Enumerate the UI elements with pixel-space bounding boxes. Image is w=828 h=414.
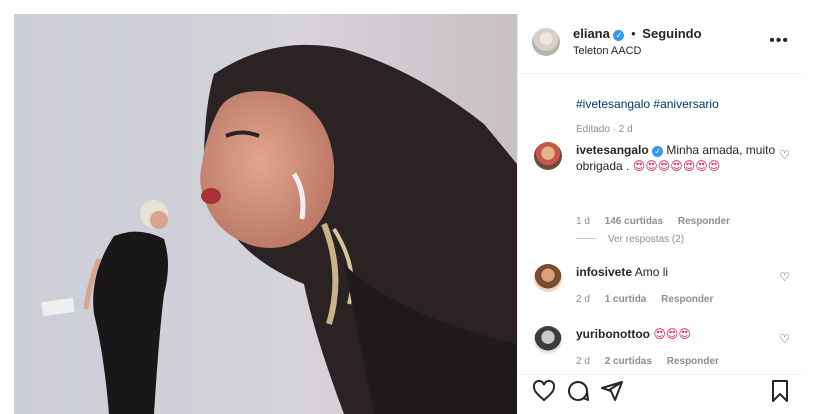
comment-likes[interactable]: 1 curtida (605, 294, 647, 305)
comment-text: Amo li (634, 265, 669, 279)
comment-likes[interactable]: 146 curtidas (605, 216, 663, 227)
reply-button[interactable]: Responder (661, 294, 713, 305)
replies-divider-line (576, 238, 596, 239)
comment-like-heart-icon[interactable]: ♡ (779, 332, 790, 346)
post-side-panel: eliana ✓ • Seguindo Teleton AACD ••• #iv… (517, 14, 803, 414)
comment-icon[interactable] (566, 379, 590, 403)
comment-item: ivetesangalo ✓ Minha amada, muito obriga… (534, 142, 794, 232)
bookmark-icon[interactable] (768, 379, 792, 403)
comment-time: 2 d (576, 294, 590, 305)
comment-body: infosivete Amo li (576, 264, 776, 280)
post-header: eliana ✓ • Seguindo Teleton AACD ••• (518, 14, 803, 74)
comment-username[interactable]: infosivete (576, 265, 632, 279)
separator-dot: • (631, 26, 636, 41)
follow-status-button[interactable]: Seguindo (642, 26, 701, 41)
post-photo-illustration (14, 14, 517, 414)
reply-button[interactable]: Responder (667, 356, 719, 367)
comment-meta: 2 d 2 curtidas Responder (576, 356, 731, 367)
comment-item: infosivete Amo li 2 d 1 curtida Responde… (534, 264, 794, 314)
post-location[interactable]: Teleton AACD (573, 45, 641, 57)
comment-like-heart-icon[interactable]: ♡ (779, 148, 790, 162)
post-caption-hashtags[interactable]: #ivetesangalo #aniversario (576, 97, 719, 111)
author-username[interactable]: eliana (573, 26, 610, 41)
verified-badge-icon: ✓ (613, 30, 625, 41)
comment-time: 1 d (576, 216, 590, 227)
comment-emojis: 😍😍😍😍😍😍😍 (632, 159, 721, 173)
page-margin-left (0, 0, 14, 414)
comment-meta: 2 d 1 curtida Responder (576, 294, 725, 305)
comment-body: ivetesangalo ✓ Minha amada, muito obriga… (576, 142, 776, 174)
comment-like-heart-icon[interactable]: ♡ (779, 270, 790, 284)
comment-emojis: 😍😍😍 (653, 327, 691, 341)
comment-body: yuribonottoo 😍😍😍 (576, 326, 776, 342)
author-avatar[interactable] (532, 28, 560, 56)
more-options-icon[interactable]: ••• (769, 32, 789, 50)
post-edited-time: Editado · 2 d (576, 124, 633, 135)
commenter-avatar[interactable] (534, 142, 562, 170)
page-margin-right (802, 0, 828, 414)
view-replies-button[interactable]: Ver respostas (2) (576, 234, 684, 245)
comment-username[interactable]: ivetesangalo (576, 143, 649, 157)
view-replies-label: Ver respostas (2) (608, 234, 685, 245)
comment-item: yuribonottoo 😍😍😍 2 d 2 curtidas Responde… (534, 326, 794, 374)
heart-icon[interactable] (532, 379, 556, 403)
comment-time: 2 d (576, 356, 590, 367)
commenter-avatar[interactable] (534, 264, 562, 292)
comment-likes[interactable]: 2 curtidas (605, 356, 652, 367)
post-image[interactable] (14, 14, 517, 414)
reply-button[interactable]: Responder (678, 216, 730, 227)
share-icon[interactable] (600, 379, 624, 403)
commenter-avatar[interactable] (534, 326, 562, 354)
comment-meta: 1 d 146 curtidas Responder (576, 216, 742, 227)
post-action-bar (518, 374, 803, 414)
verified-badge-icon: ✓ (652, 146, 664, 157)
author-line: eliana ✓ • Seguindo (573, 26, 702, 41)
comment-username[interactable]: yuribonottoo (576, 327, 650, 341)
